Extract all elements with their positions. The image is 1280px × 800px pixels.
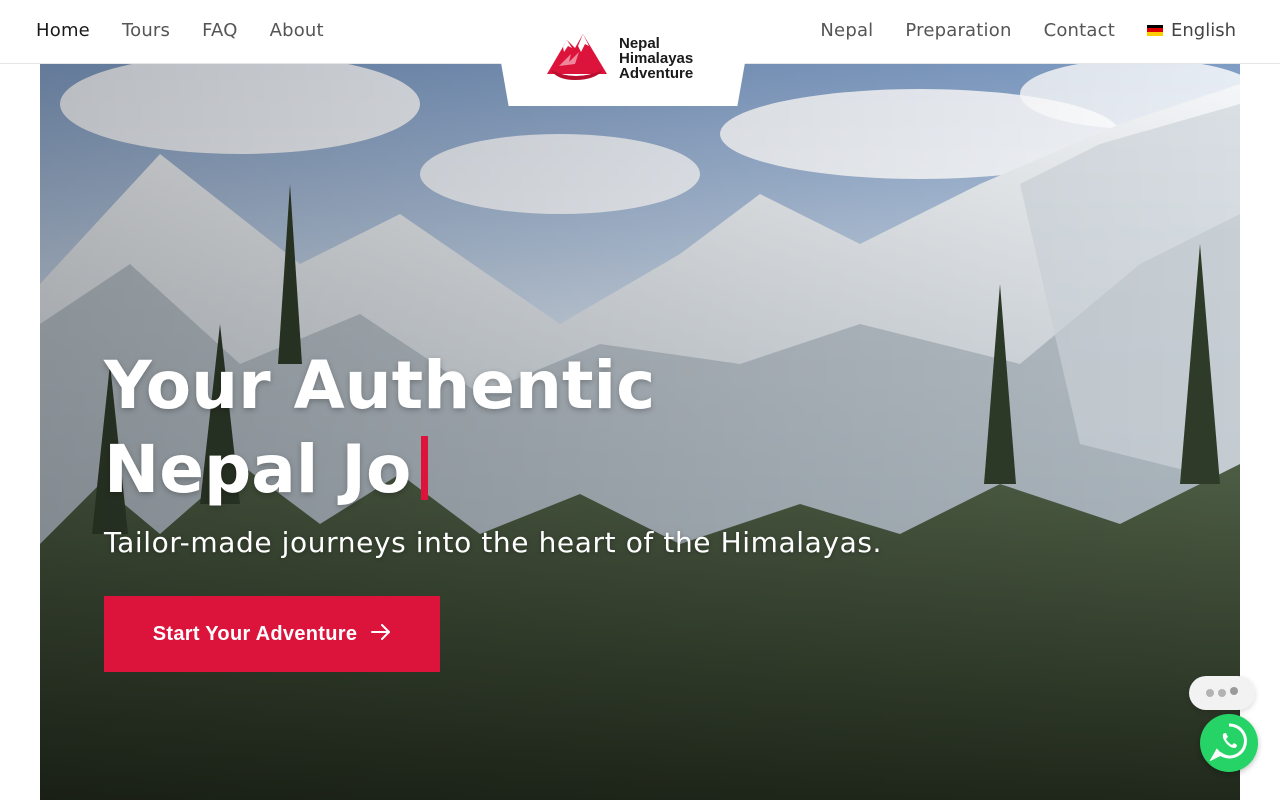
nav-faq[interactable]: FAQ	[202, 20, 237, 41]
nav-about[interactable]: About	[270, 20, 324, 41]
hero-title: Your Authentic Nepal Jo	[104, 347, 656, 508]
arrow-right-icon	[371, 623, 391, 646]
whatsapp-icon	[1209, 721, 1249, 765]
nav-home[interactable]: Home	[36, 20, 90, 41]
language-label: English	[1171, 19, 1236, 41]
hero-section: Your Authentic Nepal Jo Tailor-made jour…	[40, 64, 1240, 800]
chat-typing-bubble[interactable]	[1189, 676, 1255, 710]
secondary-nav: Nepal Preparation Contact English	[820, 0, 1236, 60]
whatsapp-button[interactable]	[1200, 714, 1258, 772]
logo-wordmark: Nepal Himalayas Adventure	[619, 34, 694, 82]
site-logo[interactable]: Nepal Himalayas Adventure	[545, 30, 693, 86]
nav-tours[interactable]: Tours	[122, 20, 170, 41]
german-flag-icon	[1147, 24, 1163, 36]
mountain-logo-icon	[545, 30, 609, 86]
nav-preparation[interactable]: Preparation	[905, 20, 1011, 41]
start-adventure-button[interactable]: Start Your Adventure	[104, 596, 440, 672]
language-switcher[interactable]: English	[1147, 20, 1236, 41]
primary-nav: Home Tours FAQ About	[36, 0, 324, 60]
hero-subtitle: Tailor-made journeys into the heart of t…	[104, 526, 883, 559]
nav-nepal[interactable]: Nepal	[820, 20, 873, 41]
cta-label: Start Your Adventure	[152, 622, 358, 645]
typing-dots-icon	[1206, 689, 1214, 697]
nav-contact[interactable]: Contact	[1044, 20, 1115, 41]
typing-cursor	[421, 436, 429, 500]
